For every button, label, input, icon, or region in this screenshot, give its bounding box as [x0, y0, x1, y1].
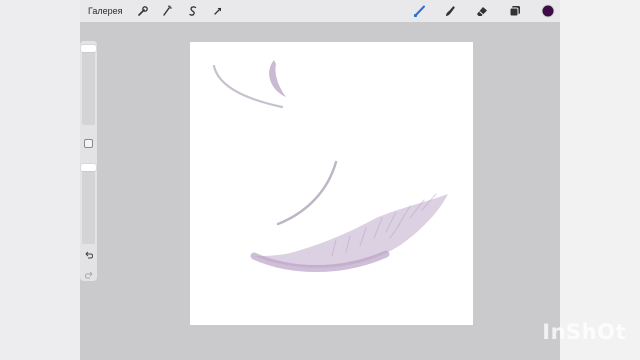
left-sidebar [80, 41, 97, 281]
color-swatch[interactable] [540, 3, 556, 19]
selection-s-icon[interactable] [185, 3, 201, 19]
brush-icon[interactable] [412, 3, 428, 19]
modify-button[interactable] [84, 139, 93, 148]
stroke-hook-top [269, 60, 286, 97]
eraser-icon[interactable] [474, 3, 490, 19]
transform-arrow-icon[interactable] [210, 3, 226, 19]
brush-size-handle[interactable] [81, 45, 96, 52]
stroke-feather [254, 194, 448, 268]
smudge-icon[interactable] [442, 3, 458, 19]
inshot-watermark: InShOt [542, 320, 626, 344]
gallery-button[interactable]: Галерея [88, 4, 123, 18]
magic-wand-icon[interactable] [159, 3, 175, 19]
canvas-strokes [212, 60, 448, 272]
redo-icon[interactable] [84, 268, 94, 279]
stroke-line-middle [276, 160, 338, 226]
brush-size-slider[interactable] [81, 45, 96, 125]
opacity-slider[interactable] [81, 164, 96, 244]
procreate-app: Галерея [80, 0, 560, 360]
drawing-canvas[interactable] [190, 42, 473, 325]
opacity-handle[interactable] [81, 164, 96, 171]
undo-icon[interactable] [84, 248, 94, 259]
layers-icon[interactable] [507, 3, 523, 19]
top-toolbar: Галерея [80, 0, 560, 22]
wrench-icon[interactable] [135, 3, 151, 19]
right-letterbox [560, 0, 640, 360]
left-letterbox [0, 0, 80, 360]
